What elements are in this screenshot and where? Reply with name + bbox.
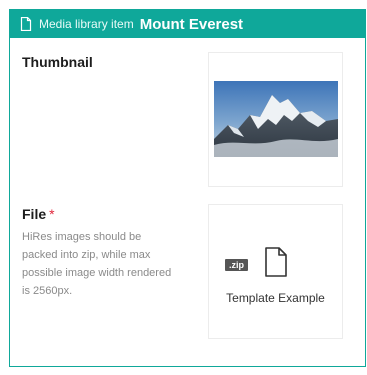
thumbnail-card[interactable] [208,52,343,187]
file-card[interactable]: .zip Template Example [208,204,343,339]
page-title: Mount Everest [139,15,244,33]
required-marker: * [49,206,55,222]
file-row: File * HiRes images should be packed into… [10,194,365,354]
thumbnail-image[interactable] [214,81,338,157]
document-icon [20,17,32,31]
header-kind: Media library item [39,17,134,31]
media-item-panel: Media library item Mount Everest Thumbna… [9,9,366,367]
file-label: File * [22,206,55,222]
panel-header: Media library item Mount Everest [10,10,365,38]
thumbnail-row: Thumbnail [10,38,365,194]
file-name: Template Example [226,291,325,305]
file-icon [265,247,287,282]
file-label-text: File [22,206,47,222]
thumbnail-label: Thumbnail [22,54,93,70]
zip-badge: .zip [225,259,248,271]
file-help-text: HiRes images should be packed into zip, … [22,231,172,297]
